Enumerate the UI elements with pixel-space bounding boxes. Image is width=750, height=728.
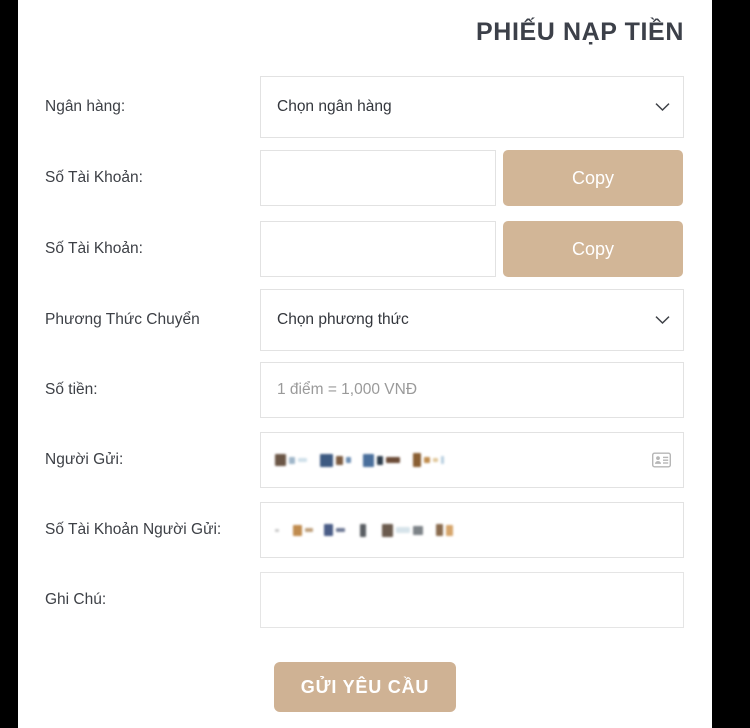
redaction-block — [305, 528, 313, 532]
bank-select[interactable] — [260, 76, 684, 138]
form-row-note: Ghi Chú: — [18, 572, 712, 628]
redaction-block — [382, 523, 393, 537]
redaction-block — [441, 456, 444, 464]
redaction-block — [446, 524, 453, 536]
sender-name-wrap — [260, 432, 684, 488]
contact-card-icon[interactable] — [651, 452, 672, 468]
redaction-block — [369, 530, 379, 531]
redaction-block — [386, 457, 400, 463]
label-amount: Số tiền: — [45, 381, 98, 398]
copy-account-1-button[interactable]: Copy — [503, 150, 683, 206]
form-row-account-2: Số Tài Khoản: Copy — [18, 221, 712, 277]
sender-account-wrap — [260, 502, 684, 558]
form-row-account-1: Số Tài Khoản: Copy — [18, 150, 712, 206]
letterbox-bar-left — [0, 0, 18, 728]
form-row-bank: Ngân hàng: — [18, 76, 712, 138]
sender-account-input[interactable] — [260, 502, 684, 558]
redacted-value-sender-account — [275, 523, 669, 537]
redaction-block — [377, 455, 383, 465]
redaction-block — [324, 524, 333, 536]
transfer-method-select-wrap — [260, 289, 684, 351]
label-transfer-method: Phương Thức Chuyển — [45, 311, 200, 328]
redaction-block — [360, 523, 366, 537]
redaction-block — [320, 453, 333, 467]
transfer-method-select[interactable] — [260, 289, 684, 351]
redaction-block — [354, 460, 360, 461]
page-header: PHIẾU NẠP TIỀN — [18, 18, 684, 47]
copy-account-2-button[interactable]: Copy — [503, 221, 683, 277]
letterbox-bar-right — [712, 0, 750, 728]
amount-wrap — [260, 362, 684, 418]
redaction-block — [316, 530, 321, 531]
redaction-block — [348, 530, 357, 531]
account-number-2-input[interactable] — [260, 221, 496, 277]
redaction-block — [403, 460, 410, 461]
redaction-block — [289, 456, 295, 464]
form-row-sender-name: Người Gửi: — [18, 432, 712, 488]
redacted-value-sender-name — [275, 453, 669, 467]
redaction-block — [413, 525, 423, 535]
deposit-form-sheet: PHIẾU NẠP TIỀN Ngân hàng: Số Tài Khoản: — [18, 0, 712, 728]
form-row-amount: Số tiền: — [18, 362, 712, 418]
redaction-block — [336, 528, 345, 532]
redaction-block — [282, 530, 290, 531]
label-sender-account: Số Tài Khoản Người Gửi: — [45, 521, 222, 538]
form-row-transfer-method: Phương Thức Chuyển — [18, 289, 712, 351]
redaction-block — [426, 530, 433, 531]
redaction-block — [424, 457, 430, 463]
redaction-block — [346, 457, 351, 463]
amount-input[interactable] — [260, 362, 684, 418]
submit-request-button[interactable]: GỬI YÊU CẦU — [274, 662, 456, 712]
redaction-block — [310, 460, 317, 461]
note-textarea[interactable] — [260, 572, 684, 628]
redaction-block — [298, 458, 307, 462]
redaction-block — [363, 453, 374, 467]
submit-row: GỬI YÊU CẦU — [18, 662, 712, 712]
redaction-block — [293, 524, 302, 536]
label-note: Ghi Chú: — [45, 591, 107, 608]
label-bank: Ngân hàng: — [45, 98, 126, 115]
note-wrap — [260, 572, 684, 628]
redaction-block — [275, 528, 279, 532]
redaction-block — [396, 527, 410, 533]
label-account-number-2: Số Tài Khoản: — [45, 240, 143, 257]
redaction-block — [413, 453, 421, 467]
bank-select-wrap — [260, 76, 684, 138]
label-sender-name: Người Gửi: — [45, 451, 124, 468]
label-account-number-1: Số Tài Khoản: — [45, 169, 143, 186]
redaction-block — [433, 458, 438, 462]
form-row-sender-account: Số Tài Khoản Người Gửi: — [18, 502, 712, 558]
account-1-wrap: Copy — [260, 150, 683, 206]
account-number-1-input[interactable] — [260, 150, 496, 206]
account-2-wrap: Copy — [260, 221, 683, 277]
redaction-block — [275, 454, 286, 466]
redaction-block — [336, 455, 343, 465]
redaction-block — [436, 524, 443, 536]
page-title: PHIẾU NẠP TIỀN — [476, 18, 684, 46]
transfer-method-select-value[interactable] — [260, 289, 684, 351]
bank-select-value[interactable] — [260, 76, 684, 138]
screenshot-root: PHIẾU NẠP TIỀN Ngân hàng: Số Tài Khoản: — [0, 0, 750, 728]
sender-name-input[interactable] — [260, 432, 684, 488]
